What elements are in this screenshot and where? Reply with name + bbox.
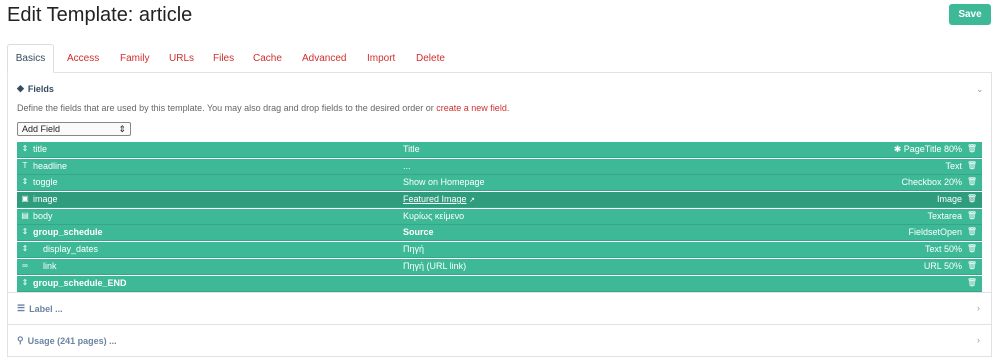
field-row-display-dates[interactable]: ⇕ display_dates Πηγή Text 50% 🗑 [17,242,982,259]
divider [8,292,991,293]
link-icon: ∞ [22,260,28,270]
field-row-group-schedule[interactable]: ⇕ group_schedule Source FieldsetOpen 🗑 [17,225,982,242]
field-name: link [43,260,57,271]
trash-icon[interactable]: 🗑 [967,177,977,186]
field-type: Text [945,160,962,171]
field-name: body [33,210,53,221]
trash-icon[interactable]: 🗑 [967,144,977,153]
fields-section-header[interactable]: ◆ Fields [17,83,54,94]
field-row-link[interactable]: ∞ link Πηγή (URL link) URL 50% 🗑 [17,258,982,275]
page-title: Edit Template: article [7,4,193,26]
trash-icon[interactable]: 🗑 [967,161,977,170]
fields-list: ⇕ title Title ✱ PageTitle 80% 🗑 T headli… [17,142,982,292]
trash-icon[interactable]: 🗑 [967,261,977,270]
fields-description: Define the fields that are used by this … [17,103,510,113]
drag-handle-icon[interactable]: ⇕ [20,177,30,186]
field-label-wrap: Featured Image ↗ [403,194,475,204]
chevron-right-icon[interactable]: › [977,303,980,313]
chevron-down-icon[interactable]: ⌄ [976,84,984,95]
tab-urls[interactable]: URLs [169,44,194,73]
drag-handle-icon[interactable]: ⇕ [20,227,30,236]
tab-access[interactable]: Access [67,44,99,73]
drag-handle-icon[interactable]: ⇕ [20,144,30,153]
field-row-headline[interactable]: T headline ... Text 🗑 [17,158,982,175]
field-label: Source [403,227,434,238]
field-row-title[interactable]: ⇕ title Title ✱ PageTitle 80% 🗑 [17,142,982,158]
trash-icon[interactable]: 🗑 [967,278,977,287]
field-row-toggle[interactable]: ⇕ toggle Show on Homepage Checkbox 20% 🗑 [17,175,982,192]
image-icon: ▣ [21,194,29,204]
usage-section-title: Usage (241 pages) ... [27,335,117,346]
field-type: URL 50% [923,260,962,271]
field-label: Title [403,144,420,154]
list-icon: ☰ [17,303,26,313]
label-section-header[interactable]: ☰ Label ... [17,303,63,314]
trash-icon[interactable]: 🗑 [967,211,977,220]
field-name: group_schedule_END [33,277,127,288]
tab-cache[interactable]: Cache [253,44,282,73]
drag-handle-icon[interactable]: ⇕ [20,278,30,287]
create-field-link[interactable]: create a new field. [436,103,509,113]
field-type: FieldsetOpen [908,227,962,238]
text-icon: T [22,160,28,170]
drag-handle-icon[interactable]: ⇕ [20,244,30,253]
label-section-title: Label ... [29,303,63,314]
field-label: ... [403,160,411,171]
field-row-image[interactable]: ▣ image Featured Image ↗ Image 🗑 [17,192,982,209]
trash-icon[interactable]: 🗑 [967,227,977,236]
select-arrows-icon: ⇕ [118,123,126,134]
search-icon: ⚲ [17,335,24,345]
field-type: Textarea [927,210,962,221]
tab-bar: Basics Access Family URLs Files Cache Ad… [7,44,992,73]
tab-advanced[interactable]: Advanced [302,44,346,73]
tab-family[interactable]: Family [120,44,149,73]
field-type: ✱ PageTitle 80% [893,144,962,154]
field-name: title [33,144,48,154]
chevron-right-icon[interactable]: › [977,335,980,345]
cube-icon: ◆ [17,83,24,93]
field-label[interactable]: Featured Image [403,194,467,204]
field-name: image [33,194,58,205]
field-row-group-schedule-end[interactable]: ⇕ group_schedule_END 🗑 [17,275,982,292]
save-button[interactable]: Save [949,4,991,25]
field-name: headline [33,160,68,171]
field-label: Κυρίως κείμενο [403,210,465,221]
field-type: Checkbox 20% [901,177,962,188]
field-label: Πηγή (URL link) [403,260,467,271]
tab-basics[interactable]: Basics [7,44,54,73]
field-type: Text 50% [924,244,962,255]
tab-delete[interactable]: Delete [416,44,445,73]
fields-section-title: Fields [27,83,54,94]
field-row-body[interactable]: ▤ body Κυρίως κείμενο Textarea 🗑 [17,208,982,225]
divider [8,324,991,325]
trash-icon[interactable]: 🗑 [967,194,977,203]
tab-files[interactable]: Files [213,44,234,73]
field-label: Πηγή [403,244,425,255]
usage-section-header[interactable]: ⚲ Usage (241 pages) ... [17,335,117,346]
tab-import[interactable]: Import [367,44,395,73]
field-name: toggle [33,177,58,188]
field-name: display_dates [43,244,99,255]
trash-icon[interactable]: 🗑 [967,244,977,253]
add-field-select[interactable]: Add Field ⇕ [17,122,131,136]
field-label: Show on Homepage [403,177,485,188]
external-link-icon: ↗ [469,197,475,205]
textarea-icon: ▤ [21,210,29,220]
field-name: group_schedule [33,227,103,238]
field-type: Image [936,194,962,205]
